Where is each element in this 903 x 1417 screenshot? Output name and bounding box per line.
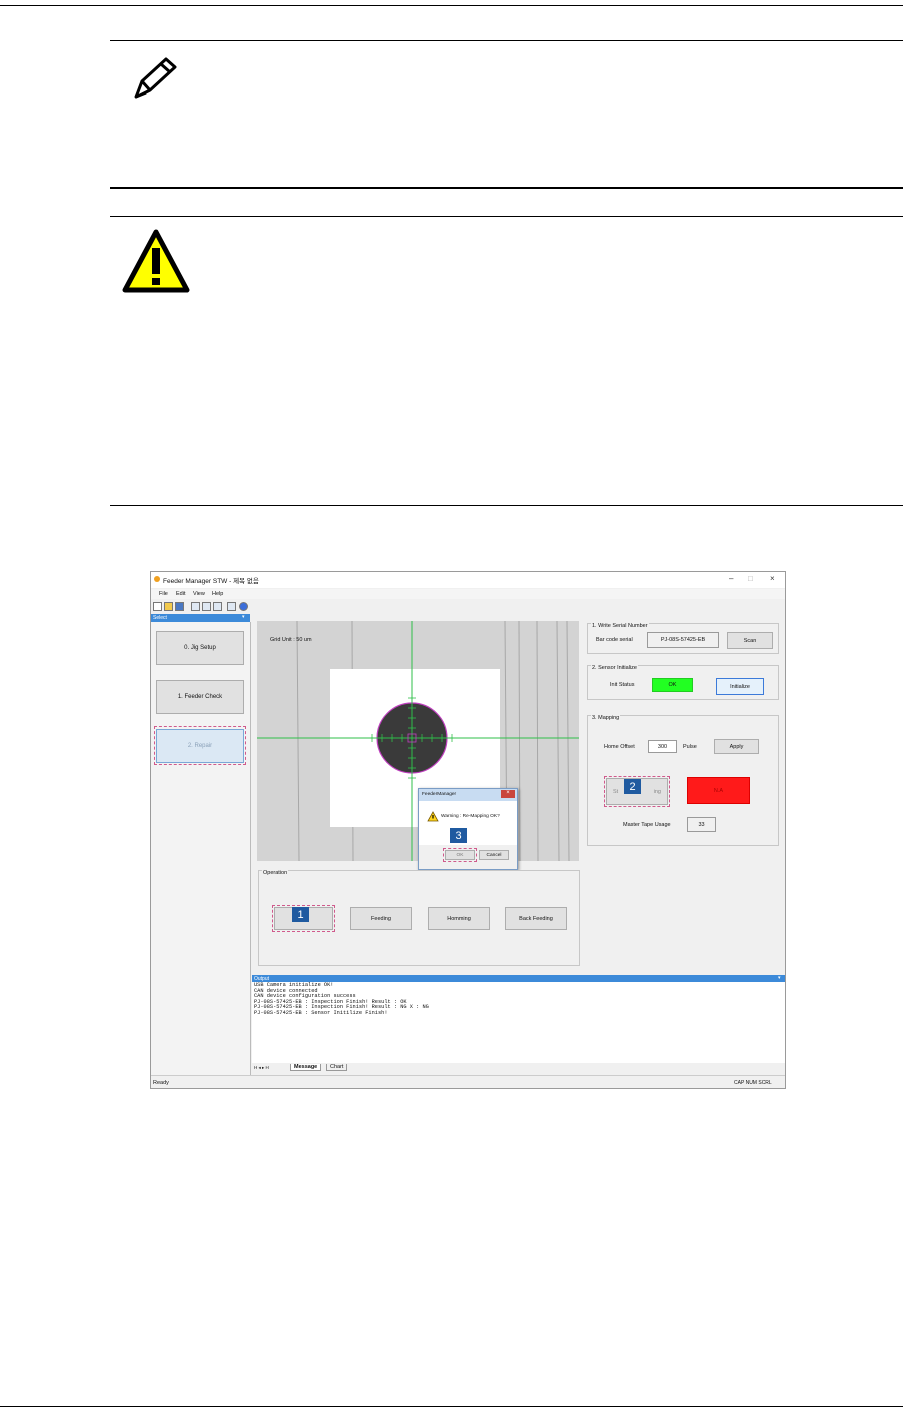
caution-top-rule [110, 216, 903, 217]
dialog-cancel-button[interactable]: Cancel [479, 850, 509, 860]
home-offset-field[interactable]: 300 [648, 740, 677, 753]
repair-highlight [154, 726, 246, 765]
sensor-title: 2. Sensor Initialize [591, 665, 638, 671]
dialog-title-bar: FeederManager × [419, 789, 517, 801]
copy-icon[interactable] [202, 602, 211, 611]
tab-message[interactable]: Message [290, 1064, 322, 1071]
close-icon[interactable]: × [770, 574, 775, 583]
caution-bottom-rule [110, 505, 903, 506]
select-panel-header: Select ▾ [151, 614, 250, 622]
bar-code-field[interactable]: PJ-08S-57425-EB [647, 632, 719, 648]
sensor-group: 2. Sensor Initialize Init Status OK Init… [587, 665, 779, 700]
minimize-icon[interactable]: – [729, 574, 733, 583]
select-panel-title: Select [153, 615, 167, 621]
warning-icon [122, 229, 190, 293]
scan-button[interactable]: Scan [727, 632, 773, 649]
jig-setup-button[interactable]: 0. Jig Setup [156, 631, 244, 665]
cut-icon[interactable] [191, 602, 200, 611]
save-icon[interactable] [175, 602, 184, 611]
output-chevron-icon[interactable]: ▾ [778, 975, 781, 981]
callout-2: 2 [624, 779, 641, 794]
serial-title: 1. Write Serial Number [591, 623, 649, 629]
serial-group: 1. Write Serial Number Bar code serial P… [587, 623, 779, 654]
master-tape-usage-field: 33 [687, 817, 716, 832]
dialog-title: FeederManager [422, 792, 457, 797]
new-file-icon[interactable] [153, 602, 162, 611]
app-logo-icon [154, 576, 160, 582]
note-top-rule [110, 40, 903, 41]
status-bar: Ready CAP NUM SCRL [151, 1075, 785, 1088]
log-line: PJ-08S-57425-EB : Sensor Initilize Finis… [254, 1009, 388, 1016]
pulse-label: Pulse [683, 744, 697, 750]
print-icon[interactable] [227, 602, 236, 611]
chevron-down-icon[interactable]: ▾ [242, 614, 245, 620]
open-folder-icon[interactable] [164, 602, 173, 611]
output-tabs: H ◂ ▸ H Message Chart [252, 1063, 785, 1073]
menu-edit[interactable]: Edit [176, 591, 185, 597]
status-ready: Ready [153, 1080, 169, 1086]
back-feeding-button[interactable]: Back Feeding [505, 907, 567, 930]
top-rule [0, 5, 903, 6]
left-panel: 0. Jig Setup 1. Feeder Check 2. Repair [151, 622, 251, 1075]
pencil-icon [134, 57, 177, 99]
mapping-result-badge: N.A [687, 777, 750, 804]
master-tape-usage-label: Master Tape Usage [623, 822, 671, 828]
maximize-icon[interactable]: □ [748, 574, 753, 583]
status-indicators: CAP NUM SCRL [734, 1080, 772, 1086]
bottom-rule [0, 1406, 903, 1407]
note-bottom-rule [110, 187, 903, 189]
grid-unit-label: Grid Unit : 50 um [270, 637, 312, 643]
help-icon[interactable] [239, 602, 248, 611]
menu-bar: File Edit View Help [151, 589, 785, 599]
dialog-message: Warning : Re-Mapping OK? [441, 814, 500, 819]
initialize-button[interactable]: Initialize [716, 678, 764, 695]
paste-icon[interactable] [213, 602, 222, 611]
operation-title: Operation [262, 870, 289, 876]
feeding-button[interactable]: Feeding [350, 907, 412, 930]
menu-file[interactable]: File [159, 591, 168, 597]
output-log: USB Camera initialize OK! CAN device con… [252, 982, 785, 1063]
mapping-title: 3. Mapping [591, 715, 621, 721]
apply-button[interactable]: Apply [714, 739, 759, 754]
dialog-close-icon[interactable]: × [501, 790, 515, 798]
homming-button[interactable]: Homming [428, 907, 490, 930]
window-title: Feeder Manager STW - 제목 없음 [163, 578, 259, 585]
feeder-manager-screenshot: Feeder Manager STW - 제목 없음 – □ × File Ed… [150, 571, 786, 1089]
init-status-badge: OK [652, 678, 693, 692]
dialog-warning-icon [427, 811, 439, 822]
tab-chart[interactable]: Chart [326, 1064, 348, 1071]
ok-highlight [443, 848, 477, 862]
init-status-label: Init Status [610, 682, 635, 688]
callout-1: 1 [292, 907, 309, 922]
mapping-group: 3. Mapping Home Offset 300 Pulse Apply S… [587, 715, 779, 846]
warning-dialog: FeederManager × Warning : Re-Mapping OK?… [418, 788, 518, 870]
feeder-check-button[interactable]: 1. Feeder Check [156, 680, 244, 714]
tab-nav-icons[interactable]: H ◂ ▸ H [254, 1065, 269, 1071]
bar-code-label: Bar code serial [596, 637, 633, 643]
menu-view[interactable]: View [193, 591, 205, 597]
output-header: Output ▾ [252, 975, 785, 982]
callout-3: 3 [450, 828, 467, 843]
toolbar [151, 600, 785, 614]
menu-help[interactable]: Help [212, 591, 223, 597]
home-offset-label: Home Offset [604, 744, 635, 750]
title-bar: Feeder Manager STW - 제목 없음 – □ × [151, 572, 785, 588]
